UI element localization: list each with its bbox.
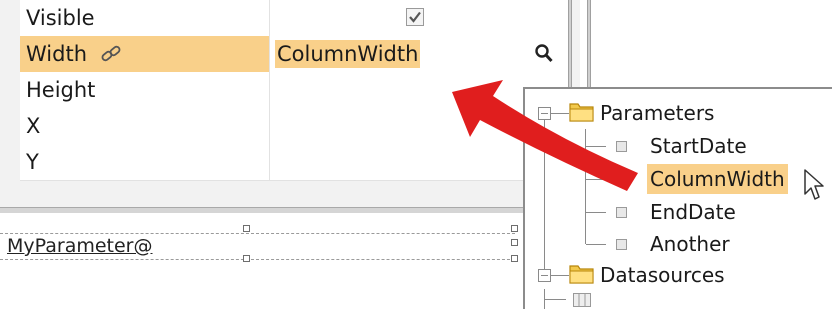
table-icon xyxy=(573,293,591,307)
tree-connector xyxy=(544,299,566,300)
property-name-cell: Width xyxy=(20,36,270,72)
property-grid-rows: Visible Width ColumnWidth Height X Y xyxy=(20,0,568,212)
checkbox-checked-icon xyxy=(409,11,421,23)
property-name: Y xyxy=(20,144,270,180)
tree-connector xyxy=(551,113,569,114)
link-icon xyxy=(101,45,121,62)
tree-node-datasources[interactable]: Datasources xyxy=(597,260,728,290)
property-row-width[interactable]: Width ColumnWidth xyxy=(20,36,568,73)
bound-parameter-value: ColumnWidth xyxy=(275,40,421,68)
tree-node-enddate[interactable]: EndDate xyxy=(647,197,739,227)
resize-handle[interactable] xyxy=(511,225,518,232)
tree-node-label: Another xyxy=(650,232,730,256)
parameter-tree: Parameters StartDate ColumnWidth EndDate… xyxy=(523,87,832,309)
search-icon[interactable] xyxy=(534,43,554,65)
folder-icon xyxy=(569,103,594,122)
designer-canvas: MyParameter@ xyxy=(0,213,530,301)
resize-handle[interactable] xyxy=(243,225,250,232)
property-row-y[interactable]: Y 30 xyxy=(20,144,568,181)
tree-node-columnwidth[interactable]: ColumnWidth xyxy=(647,164,788,194)
property-value[interactable] xyxy=(271,0,568,36)
tree-connector xyxy=(544,119,545,279)
resize-handle[interactable] xyxy=(511,255,518,262)
expand-collapse-icon[interactable] xyxy=(538,269,551,282)
selection-border xyxy=(0,259,515,260)
property-name: Width xyxy=(26,42,88,66)
property-name: Visible xyxy=(20,0,270,36)
tree-node-label: StartDate xyxy=(650,134,747,158)
tree-connector xyxy=(586,146,606,147)
tree-node-label: Datasources xyxy=(600,263,725,287)
property-name: X xyxy=(20,108,270,144)
parameter-icon xyxy=(616,239,627,250)
tree-connector xyxy=(586,212,606,213)
tree-node-label: Parameters xyxy=(600,101,715,125)
tree-connector xyxy=(586,179,606,180)
property-row-visible[interactable]: Visible xyxy=(20,0,568,37)
tree-node-label: ColumnWidth xyxy=(647,164,788,194)
property-row-height[interactable]: Height xyxy=(20,72,568,109)
visible-checkbox[interactable] xyxy=(406,8,424,26)
parameter-field-label[interactable]: MyParameter@ xyxy=(7,235,153,257)
tree-connector xyxy=(551,275,569,276)
folder-icon xyxy=(569,265,594,284)
property-value[interactable]: ColumnWidth xyxy=(271,36,568,72)
property-row-x[interactable]: X xyxy=(20,108,568,145)
parameter-icon xyxy=(616,141,627,152)
selection-border xyxy=(0,233,515,234)
tree-node-label: EndDate xyxy=(650,200,736,224)
tree-node-another[interactable]: Another xyxy=(647,229,733,259)
resize-handle[interactable] xyxy=(243,255,250,262)
tree-node-startdate[interactable]: StartDate xyxy=(647,131,750,161)
mouse-cursor-icon xyxy=(804,169,824,200)
expand-collapse-icon[interactable] xyxy=(538,107,551,120)
resize-handle[interactable] xyxy=(511,239,518,246)
parameter-icon xyxy=(616,207,627,218)
tree-connector xyxy=(586,244,606,245)
property-name: Height xyxy=(20,72,270,108)
tree-node-parameters[interactable]: Parameters xyxy=(597,98,717,128)
property-grid: Visible Width ColumnWidth Height X Y xyxy=(0,0,580,212)
